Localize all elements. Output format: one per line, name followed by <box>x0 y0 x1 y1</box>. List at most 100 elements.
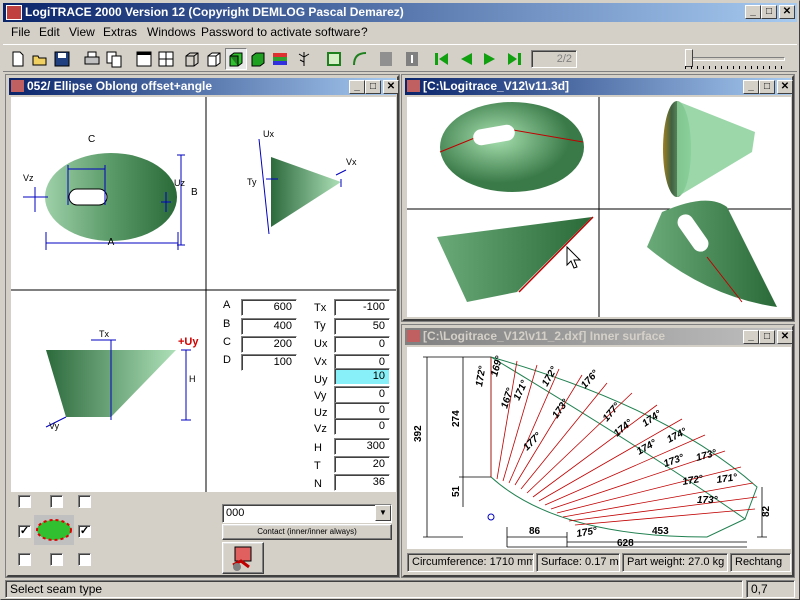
open-icon[interactable] <box>29 48 51 70</box>
cube-icon[interactable] <box>203 48 225 70</box>
menu-edit[interactable]: Edit <box>39 25 60 39</box>
close-button[interactable]: ✕ <box>779 5 795 19</box>
window2-maximize-button[interactable]: □ <box>759 80 775 94</box>
3d-view-window: [C:\Logitrace_V12\v11.3d] _ □ ✕ <box>401 74 795 322</box>
single-view-icon[interactable] <box>133 48 155 70</box>
surface-info: Surface: 0.17 m² <box>536 553 620 572</box>
last-page-icon[interactable] <box>503 48 525 70</box>
seam-checkbox[interactable] <box>50 495 63 508</box>
color-map-icon[interactable] <box>269 48 291 70</box>
menu-view[interactable]: View <box>69 25 95 39</box>
param-uy-field[interactable]: 10 <box>334 368 390 385</box>
menu-password[interactable]: Password to activate software <box>201 25 360 39</box>
quad-view-icon[interactable] <box>155 48 177 70</box>
param-vy-field[interactable]: 0 <box>334 386 390 403</box>
param-ty-label: Ty <box>314 320 326 332</box>
param-t-field[interactable]: 20 <box>334 456 390 473</box>
shaded-cube-icon[interactable] <box>225 48 247 70</box>
first-page-icon[interactable] <box>431 48 453 70</box>
window2-close-button[interactable]: ✕ <box>777 80 793 94</box>
solid-cube-icon[interactable] <box>247 48 269 70</box>
flat-pattern-view[interactable]: 172° 169° 167° 171° 172° 173° 177° 176° … <box>407 347 791 549</box>
seam-checkbox[interactable] <box>50 553 63 566</box>
seam-angle: 174° <box>665 426 689 446</box>
param-d-field[interactable]: 100 <box>241 354 297 371</box>
menu-windows[interactable]: Windows <box>147 25 196 39</box>
seam-angle: 173° <box>697 495 719 506</box>
param-ty-field[interactable]: 50 <box>334 318 390 335</box>
3d-side-cone <box>677 101 755 197</box>
window1-close-button[interactable]: ✕ <box>383 80 399 94</box>
seam-angle: 176° <box>579 368 602 391</box>
window3-icon <box>407 330 420 342</box>
window3-minimize-button[interactable]: _ <box>743 330 759 344</box>
window3-titlebar[interactable]: [C:\Logitrace_V12\v11_2.dxf] Inner surfa… <box>405 328 793 345</box>
param-c-label: C <box>223 336 231 348</box>
seam-type-combo[interactable]: 000 ▼ <box>222 504 392 523</box>
seam-angle: 175° <box>576 525 599 540</box>
previous-page-icon[interactable] <box>455 48 477 70</box>
new-icon[interactable] <box>7 48 29 70</box>
dim-ty-label: Ty <box>247 177 257 187</box>
param-a-field[interactable]: 600 <box>241 299 297 316</box>
minimize-button[interactable]: _ <box>745 5 761 19</box>
info-icon[interactable] <box>401 48 423 70</box>
disabled-tool-icon[interactable] <box>375 48 397 70</box>
window2-title: [C:\Logitrace_V12\v11.3d] <box>423 79 570 93</box>
menu-file[interactable]: File <box>11 25 30 39</box>
param-n-field[interactable]: 36 <box>334 474 390 491</box>
seam-checkbox[interactable] <box>78 553 91 566</box>
maximize-button[interactable]: □ <box>761 5 777 19</box>
dim-uy-label: +Uy <box>178 336 199 348</box>
param-ux-field[interactable]: 0 <box>334 336 390 353</box>
frame-icon[interactable] <box>323 48 345 70</box>
window2-minimize-button[interactable]: _ <box>743 80 759 94</box>
window3-close-button[interactable]: ✕ <box>777 330 793 344</box>
menu-extras[interactable]: Extras <box>103 25 137 39</box>
param-vy-label: Vy <box>314 390 327 402</box>
top-view-hole <box>68 188 108 206</box>
seam-checkbox[interactable] <box>18 495 31 508</box>
seam-checkbox-checked[interactable]: ✓ <box>18 525 31 538</box>
seam-angle: 172° <box>474 364 489 387</box>
param-tx-field[interactable]: -100 <box>334 299 390 316</box>
param-b-field[interactable]: 400 <box>241 318 297 335</box>
param-uz-label: Uz <box>314 407 328 419</box>
seam-checkbox[interactable] <box>18 553 31 566</box>
seam-angle: 177° <box>601 400 623 424</box>
3d-views[interactable] <box>407 97 791 317</box>
param-c-field[interactable]: 200 <box>241 336 297 353</box>
wire-cube-icon[interactable] <box>181 48 203 70</box>
next-page-icon[interactable] <box>479 48 501 70</box>
seam-checkbox-checked[interactable]: ✓ <box>78 525 91 538</box>
window1-titlebar[interactable]: 052/ Ellipse Oblong offset+angle _ □ ✕ <box>9 78 399 95</box>
combo-dropdown-button[interactable]: ▼ <box>375 505 391 521</box>
zoom-slider-thumb[interactable] <box>685 49 693 67</box>
app-titlebar[interactable]: LogiTRACE 2000 Version 12 (Copyright DEM… <box>3 3 797 22</box>
param-ux-label: Ux <box>314 338 328 350</box>
window1-minimize-button[interactable]: _ <box>349 80 365 94</box>
save-icon[interactable] <box>51 48 73 70</box>
param-h-label: H <box>314 442 322 454</box>
menu-help[interactable]: ? <box>361 25 368 39</box>
dim-h-label: H <box>189 374 196 384</box>
copy-icon[interactable] <box>103 48 125 70</box>
param-h-field[interactable]: 300 <box>334 438 390 455</box>
export-button[interactable] <box>222 542 264 574</box>
print-icon[interactable] <box>81 48 103 70</box>
dim-a-label: A <box>108 237 115 248</box>
seam-type-value: 000 <box>226 507 245 519</box>
window2-titlebar[interactable]: [C:\Logitrace_V12\v11.3d] _ □ ✕ <box>405 78 793 95</box>
seam-checkbox[interactable] <box>78 495 91 508</box>
zoom-slider[interactable] <box>685 49 785 69</box>
tree-icon[interactable] <box>293 48 315 70</box>
param-n-label: N <box>314 478 322 490</box>
curve-icon[interactable] <box>349 48 371 70</box>
dim-ux-label: Ux <box>263 129 274 139</box>
param-uz-field[interactable]: 0 <box>334 402 390 419</box>
window3-maximize-button[interactable]: □ <box>759 330 775 344</box>
param-vz-field[interactable]: 0 <box>334 418 390 435</box>
window1-maximize-button[interactable]: □ <box>365 80 381 94</box>
contact-button[interactable]: Contact (inner/inner always) <box>222 524 392 540</box>
app-title: LogiTRACE 2000 Version 12 (Copyright DEM… <box>25 5 404 19</box>
